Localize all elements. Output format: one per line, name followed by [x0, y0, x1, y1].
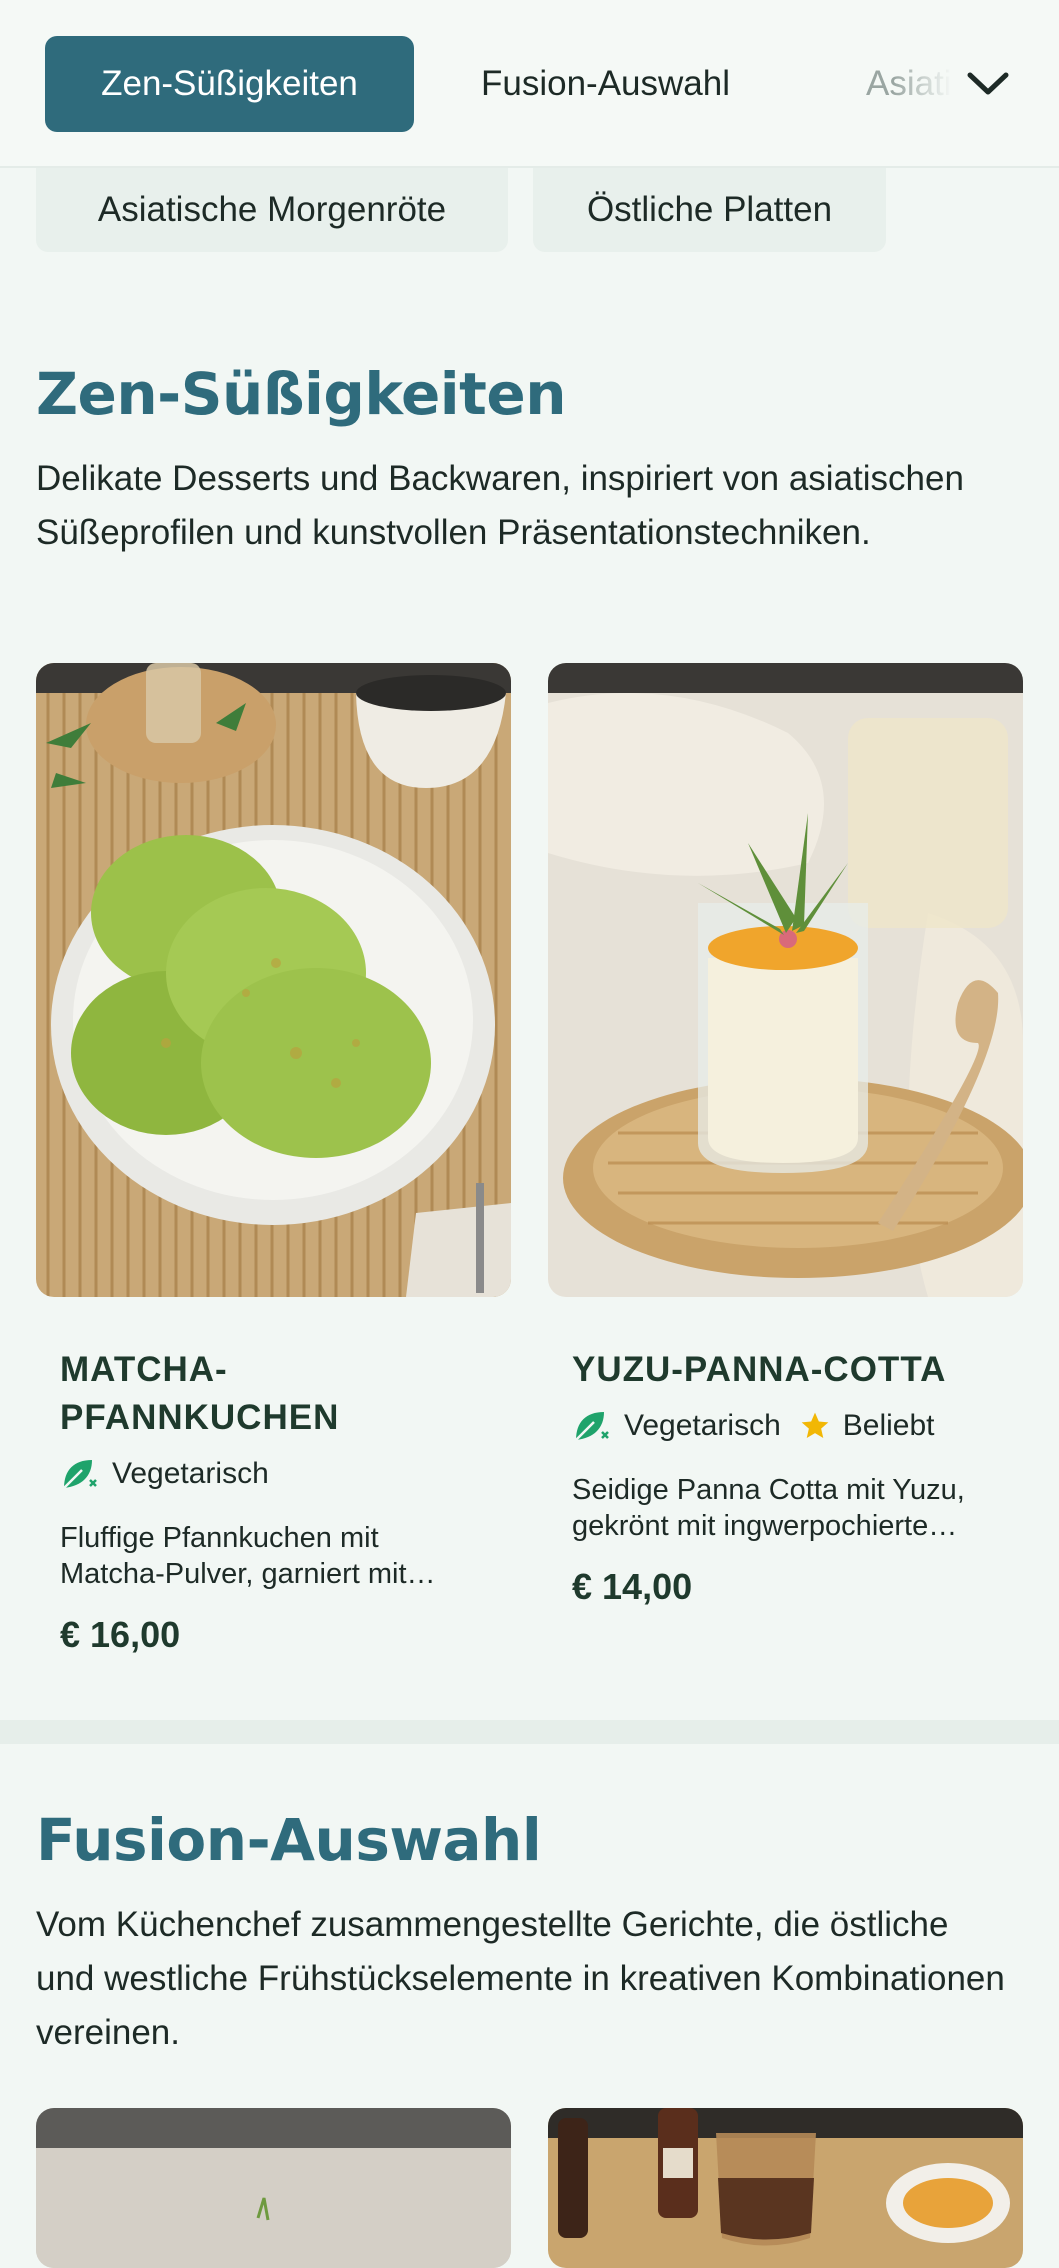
item-price: € 16,00 — [60, 1614, 181, 1655]
popular-badge: Beliebt — [799, 1409, 935, 1443]
tag-label: Vegetarisch — [112, 1457, 269, 1490]
vegetarian-badge: Vegetarisch — [572, 1408, 781, 1444]
item-tags: Vegetarisch Beliebt — [572, 1406, 992, 1446]
vegetarian-badge: Vegetarisch — [60, 1456, 269, 1492]
section-description: Delikate Desserts und Backwaren, inspiri… — [36, 459, 964, 552]
vegetarian-icon — [63, 1460, 97, 1489]
tag-label: Beliebt — [842, 1409, 935, 1442]
item-name: MATCHA-PFANNKUCHEN — [60, 1350, 340, 1437]
category-chips: Asiatische Morgenröte Östliche Platten — [0, 168, 1059, 252]
section-description: Vom Küchenchef zusammengestellte Gericht… — [36, 1905, 1005, 2052]
fusion-dish-image-2[interactable] — [548, 2108, 1023, 2268]
chip-asiatische-morgenroete[interactable]: Asiatische Morgenröte — [36, 168, 508, 252]
vegetarian-icon — [575, 1412, 609, 1441]
tab-zen-suessigkeiten[interactable]: Zen-Süßigkeiten — [45, 36, 414, 132]
chip-oestliche-platten[interactable]: Östliche Platten — [533, 168, 886, 252]
menu-card-matcha[interactable]: MATCHA-PFANNKUCHEN Vegetarisch Fluffige … — [60, 1346, 480, 1656]
fusion-dish-image-1[interactable] — [36, 2108, 511, 2268]
tab-asiatische-morgenroete[interactable]: Asiatische Morgenröte — [866, 36, 956, 132]
tag-label: Vegetarisch — [624, 1409, 781, 1442]
item-name: YUZU-PANNA-COTTA — [572, 1350, 947, 1389]
item-description: Seidige Panna Cotta mit Yuzu, gekrönt mi… — [572, 1474, 965, 1542]
item-description: Fluffige Pfannkuchen mit Matcha-Pulver, … — [60, 1522, 436, 1590]
yuzu-panna-cotta-image[interactable] — [548, 663, 1023, 1297]
category-nav: Zen-Süßigkeiten Fusion-Auswahl Asiatisch… — [0, 0, 1059, 168]
item-price: € 14,00 — [572, 1566, 693, 1607]
section-title: Fusion-Auswahl — [36, 1806, 542, 1874]
section-divider — [0, 1720, 1059, 1744]
item-tags: Vegetarisch — [60, 1454, 480, 1494]
chevron-down-icon[interactable] — [962, 60, 1014, 108]
section-title: Zen-Süßigkeiten — [36, 360, 567, 428]
matcha-pancakes-image[interactable] — [36, 663, 511, 1297]
star-icon — [801, 1412, 829, 1438]
tab-fusion-auswahl[interactable]: Fusion-Auswahl — [481, 36, 730, 132]
menu-card-yuzu[interactable]: YUZU-PANNA-COTTA Vegetarisch Beliebt Sei… — [572, 1346, 992, 1608]
